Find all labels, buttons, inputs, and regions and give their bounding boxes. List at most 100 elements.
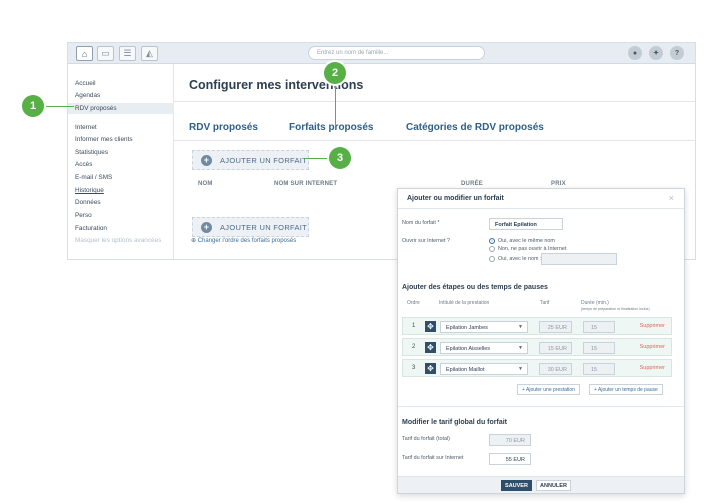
sidebar-item-acces[interactable]: Accès <box>75 161 92 168</box>
list-icon[interactable]: ☰ <box>119 46 136 61</box>
callout-leader-1 <box>44 106 74 107</box>
chart-icon[interactable]: ◭ <box>141 46 158 61</box>
radio-same-name[interactable] <box>489 238 495 244</box>
column-header-nom: NOM <box>198 181 213 187</box>
table-row: 3 ✥ Epilation Maillot ▼ 30 EUR 15 Supprim… <box>402 359 672 377</box>
save-button[interactable]: SAUVER <box>501 480 532 491</box>
calendar-icon[interactable]: ▭ <box>97 46 114 61</box>
team-icon[interactable]: ✦ <box>649 46 663 60</box>
tab-rdv-proposes[interactable]: RDV proposés <box>189 122 258 133</box>
header-service: Intitulé de la prestation <box>439 300 490 306</box>
column-header-prix: PRIX <box>551 181 566 187</box>
sidebar-item-agendas[interactable]: Agendas <box>75 92 100 99</box>
service-value: Epilation Maillot <box>446 367 485 373</box>
duration-field[interactable]: 15 <box>583 321 615 333</box>
add-forfait-button-bottom[interactable]: + AJOUTER UN FORFAIT <box>192 217 309 237</box>
add-pause-button[interactable]: + Ajouter un temps de pause <box>589 384 663 395</box>
sidebar-item-hide-advanced[interactable]: Masquer les options avancées <box>75 237 161 244</box>
divider <box>174 140 695 141</box>
radio-not-internet[interactable] <box>489 246 495 252</box>
close-icon[interactable]: × <box>669 193 674 203</box>
sidebar-item-statistiques[interactable]: Statistiques <box>75 149 108 156</box>
service-select[interactable]: Epilation Maillot ▼ <box>440 363 528 375</box>
table-row: 2 ✥ Epilation Aisselles ▼ 15 EUR 15 Suppr… <box>402 338 672 356</box>
caret-down-icon: ▼ <box>518 324 523 330</box>
cancel-button[interactable]: ANNULER <box>536 480 571 491</box>
radio-other-name-label: Oui, avec le nom : <box>498 256 542 262</box>
internet-price-input[interactable]: 55 EUR <box>489 453 531 465</box>
column-header-nom-internet: NOM SUR INTERNET <box>274 181 338 187</box>
internet-name-input[interactable] <box>541 253 617 265</box>
plus-icon: + <box>201 221 212 233</box>
help-icon[interactable]: ? <box>670 46 684 60</box>
add-forfait-button[interactable]: + AJOUTER UN FORFAIT <box>192 150 309 170</box>
delete-row-button[interactable]: Supprimer <box>640 323 665 329</box>
price-field[interactable]: 30 EUR <box>539 363 572 375</box>
header-price: Tarif <box>540 300 550 306</box>
sidebar-item-facturation[interactable]: Facturation <box>75 225 107 232</box>
tab-categories-rdv[interactable]: Catégories de RDV proposés <box>406 122 544 133</box>
caret-down-icon: ▼ <box>518 345 523 351</box>
sidebar: Accueil Agendas RDV proposés Internet In… <box>68 64 174 259</box>
sidebar-item-perso[interactable]: Perso <box>75 212 92 219</box>
add-forfait-label: AJOUTER UN FORFAIT <box>220 222 308 232</box>
tab-forfaits-proposes[interactable]: Forfaits proposés <box>289 122 373 133</box>
radio-same-name-label: Oui, avec le même nom <box>498 238 555 244</box>
add-service-button[interactable]: + Ajouter une prestation <box>517 384 580 395</box>
service-select[interactable]: Epilation Jambes ▼ <box>440 321 528 333</box>
forfait-name-input[interactable]: Forfait Epilation <box>489 218 563 230</box>
dialog-title: Ajouter ou modifier un forfait <box>407 195 504 202</box>
callout-leader-2 <box>335 83 336 126</box>
callout-leader-3 <box>306 158 328 159</box>
duration-field[interactable]: 15 <box>583 342 615 354</box>
divider <box>398 406 684 407</box>
duration-field[interactable]: 15 <box>583 363 615 375</box>
tarif-section-title: Modifier le tarif global du forfait <box>402 419 507 426</box>
row-order: 1 <box>412 323 416 329</box>
total-price-field: 70 EUR <box>489 434 531 446</box>
drag-handle-icon[interactable]: ✥ <box>425 342 436 353</box>
callout-badge-1: 1 <box>22 95 44 117</box>
name-label: Nom du forfait * <box>402 220 440 226</box>
user-icon[interactable]: ● <box>628 46 642 60</box>
sidebar-item-informer-clients[interactable]: Informer mes clients <box>75 136 133 143</box>
row-order: 3 <box>412 365 416 371</box>
plus-icon: + <box>201 154 212 166</box>
reorder-forfaits-link[interactable]: ⊕ Changer l'ordre des forfaits proposés <box>191 237 296 244</box>
callout-badge-2: 2 <box>324 62 346 84</box>
home-icon[interactable]: ⌂ <box>76 46 93 61</box>
divider <box>398 208 684 209</box>
total-price-label: Tarif du forfait (total) <box>402 436 450 442</box>
forfait-dialog: Ajouter ou modifier un forfait × Nom du … <box>397 188 685 494</box>
drag-handle-icon[interactable]: ✥ <box>425 363 436 374</box>
service-select[interactable]: Epilation Aisselles ▼ <box>440 342 528 354</box>
internet-label: Ouvrir sur Internet ? <box>402 238 450 244</box>
price-field[interactable]: 25 EUR <box>539 321 572 333</box>
steps-section-title: Ajouter des étapes ou des temps de pause… <box>402 284 548 291</box>
sidebar-item-internet[interactable]: Internet <box>75 124 97 131</box>
header-order: Ordre <box>407 300 420 306</box>
sidebar-item-email-sms[interactable]: E-mail / SMS <box>75 174 112 181</box>
internet-price-label: Tarif du forfait sur Internet <box>402 455 464 461</box>
row-order: 2 <box>412 344 416 350</box>
sidebar-item-historique[interactable]: Historique <box>75 187 104 194</box>
radio-not-internet-label: Non, ne pas ouvrir à Internet <box>498 246 567 252</box>
service-value: Epilation Aisselles <box>446 346 491 352</box>
reorder-icon: ⊕ <box>191 238 198 244</box>
header-duration: Durée (min.) <box>581 300 609 306</box>
price-field[interactable]: 15 EUR <box>539 342 572 354</box>
sidebar-item-accueil[interactable]: Accueil <box>75 80 96 87</box>
drag-handle-icon[interactable]: ✥ <box>425 321 436 332</box>
sidebar-item-donnees[interactable]: Données <box>75 199 101 206</box>
reorder-link-label: Changer l'ordre des forfaits proposés <box>197 238 297 244</box>
radio-other-name[interactable] <box>489 256 495 262</box>
column-header-duree: DURÉE <box>461 181 484 187</box>
top-toolbar: ⌂ ▭ ☰ ◭ Entrez un nom de famille... ● ✦ … <box>68 43 695 64</box>
sidebar-item-rdv-proposes[interactable]: RDV proposés <box>68 103 174 114</box>
table-row: 1 ✥ Epilation Jambes ▼ 25 EUR 15 Supprime… <box>402 317 672 335</box>
search-input[interactable]: Entrez un nom de famille... <box>308 46 485 60</box>
callout-badge-3: 3 <box>329 147 351 169</box>
dialog-footer: SAUVER ANNULER <box>398 476 684 493</box>
delete-row-button[interactable]: Supprimer <box>640 365 665 371</box>
delete-row-button[interactable]: Supprimer <box>640 344 665 350</box>
